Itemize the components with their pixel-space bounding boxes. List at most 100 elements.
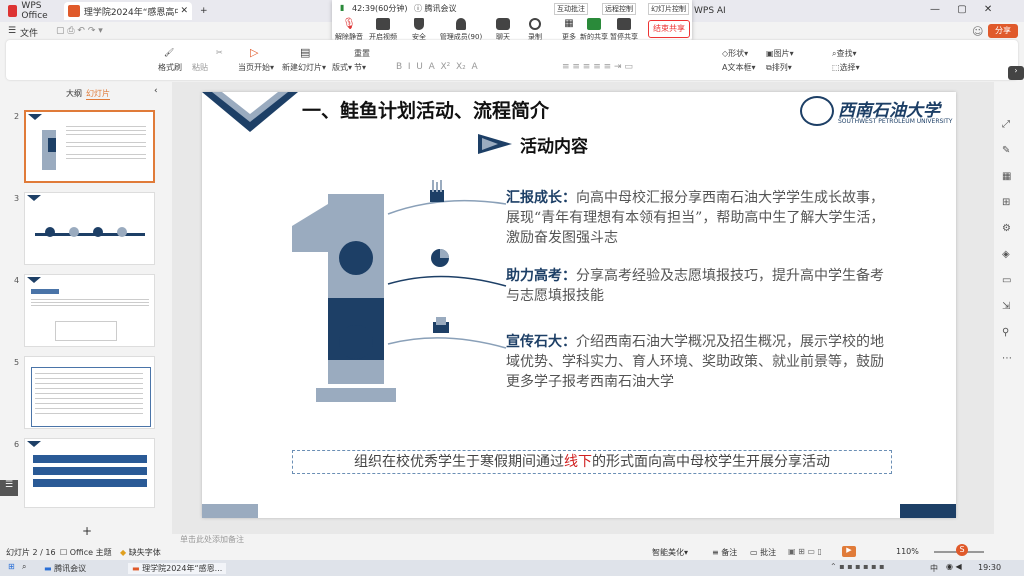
bottom-left-bar	[202, 504, 258, 518]
arrange-button[interactable]: ⧉ 排列 ▾	[766, 62, 792, 73]
slide-thumbnail-6[interactable]	[24, 438, 155, 508]
picture-icon: ▣	[766, 49, 774, 58]
wps-ai-tab[interactable]: WPS AI	[690, 2, 730, 20]
quick-access-icons[interactable]: ▢ ⎙ ↶ ↷ ▾	[56, 26, 103, 36]
slideshow-play-icon[interactable]: ▶	[842, 546, 856, 557]
play-icon[interactable]: ▷	[250, 46, 258, 59]
smart-beautify-label: 智能美化	[652, 548, 684, 557]
start-show-label: 当页开始	[238, 63, 270, 72]
network-volume-icons[interactable]: ◉ ◀	[946, 562, 962, 571]
missing-font-indicator[interactable]: ◆ 缺失字体	[120, 547, 161, 558]
menu-file[interactable]: 文件	[20, 26, 38, 39]
video-button[interactable]: 开启视频	[368, 18, 398, 42]
section-button[interactable]: 节 ▾	[354, 62, 366, 73]
meeting-toolbar: ▮ 42:39(60分钟) ⓘ 腾讯会议 互动批注 远程控制 幻灯片控制 🎙 解除…	[332, 0, 692, 42]
window-controls: — ▢ ✕	[930, 4, 992, 15]
start-menu-icon[interactable]: ⊞	[8, 562, 15, 571]
members-icon	[456, 18, 466, 30]
view-mode-icons[interactable]: ▣ ⊞ ▭ ▯	[788, 547, 822, 556]
outline-toggle-icon[interactable]: ☰	[0, 480, 18, 496]
meeting-app-label: 腾讯会议	[54, 564, 87, 573]
close-icon[interactable]: ✕	[180, 6, 188, 16]
wps-assistant-icon[interactable]: S	[956, 544, 968, 556]
shape-button[interactable]: ◇ 形状 ▾	[722, 48, 748, 59]
maximize-icon[interactable]: ▢	[957, 4, 966, 15]
new-tab-button[interactable]: +	[196, 2, 212, 20]
tab-outline[interactable]: 大纲	[66, 88, 82, 99]
remote-control-button[interactable]: 远程控制	[602, 3, 636, 15]
collapse-ribbon-icon[interactable]: ›	[1008, 66, 1024, 80]
chat-button[interactable]: 聊天	[488, 18, 518, 42]
hamburger-icon[interactable]: ☰	[8, 26, 16, 36]
slide-thumbnail-4[interactable]	[24, 274, 155, 347]
slide-number: 6	[14, 440, 20, 449]
item-report-growth: 汇报成长：向高中母校汇报分享西南石油大学学生成长故事，展现“青年有理想有本领有担…	[506, 188, 886, 248]
theme-icon: ☐	[60, 548, 68, 557]
find-button[interactable]: ⌕ 查找 ▾	[832, 48, 857, 59]
pause-share-button[interactable]: 暂停共享	[604, 18, 644, 42]
tab-wps-office[interactable]: WPS Office	[4, 1, 64, 21]
collapse-panel-icon[interactable]: ‹	[154, 86, 158, 96]
footer-text-post: 的形式面向高中母校学生开展分享活动	[592, 454, 830, 470]
reset-button[interactable]: 重置	[354, 48, 370, 59]
interactive-annotation-button[interactable]: 互动批注	[554, 3, 588, 15]
end-share-button[interactable]: 结束共享	[648, 20, 690, 38]
search-icon[interactable]: ⌕	[22, 562, 26, 572]
slide-thumbnail-3[interactable]	[24, 192, 155, 265]
notes-label: 备注	[721, 548, 738, 557]
paste-button[interactable]: 粘贴	[192, 62, 208, 73]
chevron-decoration	[202, 92, 298, 132]
side-tool-icons[interactable]: ⤢ ✎ ▦ ⊞ ⚙ ◈ ▭ ⇲ ⚲ ⋯	[1002, 112, 1012, 372]
signal-icon: ▮	[340, 3, 345, 12]
select-button[interactable]: ⬚ 选择 ▾	[832, 62, 860, 73]
slide-control-button[interactable]: 幻灯片控制	[648, 3, 689, 15]
share-button[interactable]: 分享	[988, 24, 1018, 38]
slide-thumbnail-5[interactable]	[24, 356, 155, 429]
format-painter-icon[interactable]: 🖌	[164, 48, 174, 57]
select-label: 选择	[839, 63, 856, 72]
new-slide-button[interactable]: 新建幻灯片 ▾	[282, 62, 326, 73]
layout-button[interactable]: 版式 ▾	[332, 62, 352, 73]
ime-indicator[interactable]: 中	[930, 563, 938, 574]
add-slide-button[interactable]: +	[82, 524, 92, 538]
footer-summary: 组织在校优秀学生于寒假期间通过线下的形式面向高中母校学生开展分享活动	[292, 450, 892, 474]
tab-document[interactable]: 理学院2024年“感恩高中母 ✕	[64, 2, 192, 20]
slide-thumbnail-2[interactable]	[24, 110, 155, 183]
paragraph-buttons[interactable]: ≡ ≡ ≡ ≡ ≡ ⇥ ▭	[562, 62, 633, 72]
zoom-level[interactable]: 110%	[896, 547, 919, 556]
unmute-button[interactable]: 🎙 解除静音	[334, 18, 364, 42]
slide-number: 5	[14, 358, 20, 367]
university-english-name: SOUTHWEST PETROLEUM UNIVERSITY	[838, 118, 953, 125]
connector-lines	[387, 199, 507, 349]
theme-indicator[interactable]: ☐ Office 主题	[60, 547, 112, 558]
textbox-button[interactable]: A 文本框 ▾	[722, 62, 756, 73]
system-tray-icons[interactable]: ⌃ ▪ ▪ ▪ ▪ ▪ ▪	[830, 562, 885, 571]
picture-button[interactable]: ▣ 图片 ▾	[766, 48, 794, 59]
minimize-icon[interactable]: —	[930, 4, 940, 15]
manage-members-button[interactable]: 管理成员(90)	[436, 18, 486, 42]
shield-icon	[414, 18, 424, 30]
taskbar-meeting-app[interactable]: ▬ 腾讯会议	[44, 563, 86, 574]
pie-chart-icon	[431, 249, 449, 267]
security-button[interactable]: 安全	[404, 18, 434, 42]
taskbar-wps-app[interactable]: ▬ 理学院2024年“感恩...	[128, 563, 227, 574]
paste-label: 粘贴	[192, 63, 208, 72]
wps-app-label: 理学院2024年“感恩...	[142, 564, 223, 573]
close-window-icon[interactable]: ✕	[984, 4, 992, 15]
emoji-icon[interactable]: ☺	[972, 25, 983, 38]
start-show-button[interactable]: 当页开始 ▾	[238, 62, 274, 73]
new-slide-icon[interactable]: ▤	[300, 46, 310, 59]
record-button[interactable]: 录制	[520, 18, 550, 42]
wps-ai-label: WPS AI	[694, 6, 726, 16]
section-label: 节	[354, 63, 362, 72]
smart-beautify-button[interactable]: 智能美化▾	[652, 547, 688, 558]
font-style-buttons[interactable]: B I U A X² X₂ A	[396, 62, 478, 72]
tab-slides[interactable]: 幻灯片	[86, 88, 110, 100]
share-label: 分享	[995, 26, 1011, 35]
comments-button[interactable]: ▭ 批注	[750, 547, 776, 558]
notes-button[interactable]: ≡ 备注	[712, 547, 737, 558]
format-painter-button[interactable]: 格式刷	[158, 62, 182, 73]
cut-icon[interactable]: ✂	[216, 48, 223, 57]
meeting-timer: 42:39(60分钟)	[352, 4, 408, 13]
slide-thumbnail-panel: 大纲 幻灯片 ‹ 2 3 4 5 6 ☰ +	[0, 82, 172, 544]
